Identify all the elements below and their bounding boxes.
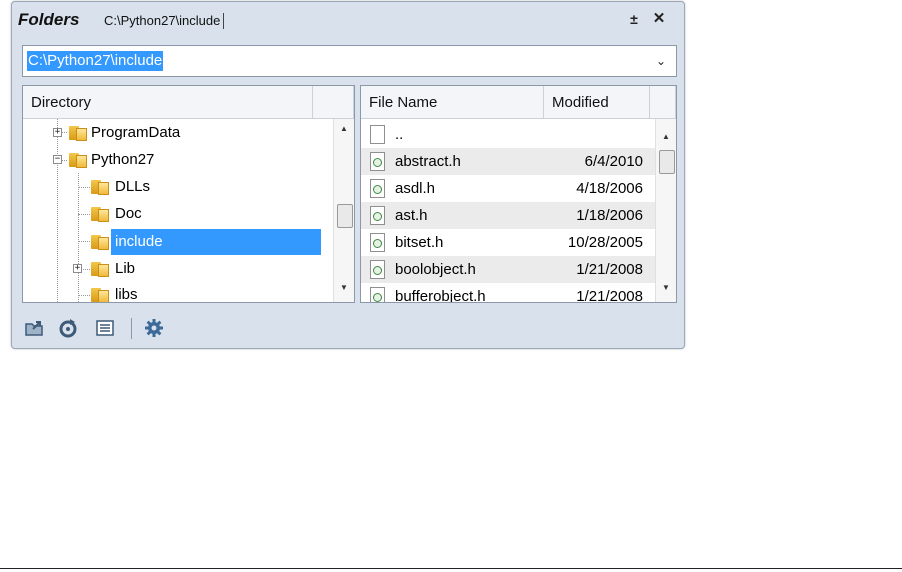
tree-item-lib[interactable]: + Lib (23, 256, 313, 282)
file-icon (370, 125, 385, 144)
file-row[interactable]: boolobject.h 1/21/2008 (361, 256, 655, 283)
folder-icon (91, 179, 109, 195)
tree-item-doc[interactable]: Doc (23, 201, 313, 227)
settings-gear-icon[interactable] (143, 317, 165, 339)
folder-icon (91, 261, 109, 277)
open-folder-icon[interactable] (24, 317, 46, 339)
expand-icon[interactable]: + (73, 264, 82, 273)
scroll-thumb[interactable] (659, 150, 675, 174)
scroll-up-icon[interactable]: ▲ (656, 129, 676, 145)
file-modified: 1/18/2006 (576, 207, 643, 224)
title-path: C:\Python27\include (104, 13, 225, 29)
panel-title: Folders (18, 10, 80, 29)
header-file-icon (370, 233, 385, 252)
expand-icon[interactable]: + (53, 128, 62, 137)
details-view-icon[interactable] (94, 317, 116, 339)
panel-titlebar: Folders C:\Python27\include ± ✕ (12, 2, 684, 40)
chevron-down-icon[interactable]: ⌄ (656, 52, 668, 68)
file-row[interactable]: bitset.h 10/28/2005 (361, 229, 655, 256)
file-list-scrollbar[interactable]: ▲ ▼ (655, 119, 676, 302)
folders-panel: Folders C:\Python27\include ± ✕ C:\Pytho… (11, 1, 685, 349)
file-modified: 1/21/2008 (576, 288, 643, 303)
tree-item-label: DLLs (115, 178, 151, 195)
header-file-icon (370, 179, 385, 198)
file-name: asdl.h (395, 180, 436, 197)
scroll-down-icon[interactable]: ▼ (656, 280, 676, 296)
file-name: bitset.h (395, 234, 444, 251)
tree-item-include[interactable]: include (23, 229, 326, 255)
folder-icon (91, 287, 109, 302)
column-header-directory[interactable]: Directory (23, 86, 313, 119)
pin-icon[interactable]: ± (628, 11, 640, 27)
tree-item-dlls[interactable]: DLLs (23, 174, 313, 200)
column-header-blank (313, 86, 354, 119)
file-name: bufferobject.h (395, 288, 486, 303)
file-name: ast.h (395, 207, 428, 224)
tree-item-label: ProgramData (91, 124, 181, 141)
folder-icon (91, 206, 109, 222)
file-row[interactable]: ast.h 1/18/2006 (361, 202, 655, 229)
scroll-up-icon[interactable]: ▲ (334, 121, 354, 137)
tree-item-programdata[interactable]: + ProgramData (23, 120, 313, 146)
tree-item-label: libs (115, 286, 138, 303)
scroll-down-icon[interactable]: ▼ (334, 280, 354, 296)
page-divider (0, 568, 902, 569)
tree-item-label: Python27 (91, 151, 155, 168)
file-row[interactable]: asdl.h 4/18/2006 (361, 175, 655, 202)
folder-icon (69, 125, 87, 141)
tree-item-label: Doc (115, 205, 142, 222)
file-list-pane: File Name Modified .. abstract.h 6/4/201… (360, 85, 677, 303)
path-combobox[interactable]: C:\Python27\include ⌄ (22, 45, 677, 77)
directory-pane: Directory + ProgramData − Python27 DLLs (22, 85, 355, 303)
path-input-value[interactable]: C:\Python27\include (27, 51, 164, 71)
tree-item-python27[interactable]: − Python27 (23, 147, 313, 173)
close-icon[interactable]: ✕ (652, 11, 666, 27)
file-row[interactable]: abstract.h 6/4/2010 (361, 148, 655, 175)
tree-item-label: Lib (115, 260, 136, 277)
column-header-modified[interactable]: Modified (544, 86, 650, 119)
folder-icon (91, 234, 109, 250)
toolbar-separator (131, 318, 132, 339)
file-name: abstract.h (395, 153, 461, 170)
panel-toolbar (12, 310, 684, 348)
refresh-icon[interactable] (57, 317, 79, 339)
header-file-icon (370, 152, 385, 171)
file-row-parent[interactable]: .. (361, 121, 655, 148)
tree-item-label: include (111, 229, 321, 255)
file-name: boolobject.h (395, 261, 476, 278)
column-header-file-name[interactable]: File Name (361, 86, 544, 119)
header-file-icon (370, 206, 385, 225)
folder-icon (69, 152, 87, 168)
header-file-icon (370, 287, 385, 302)
scroll-thumb[interactable] (337, 204, 353, 228)
column-header-blank (650, 86, 676, 119)
file-modified: 4/18/2006 (576, 180, 643, 197)
header-file-icon (370, 260, 385, 279)
directory-scrollbar[interactable]: ▲ ▼ (333, 119, 354, 302)
file-modified: 10/28/2005 (567, 234, 643, 251)
file-row[interactable]: bufferobject.h 1/21/2008 (361, 283, 655, 303)
collapse-icon[interactable]: − (53, 155, 62, 164)
file-modified: 6/4/2010 (584, 153, 643, 170)
file-modified: 1/21/2008 (576, 261, 643, 278)
file-name: .. (395, 126, 404, 143)
tree-item-libs[interactable]: libs (23, 282, 313, 303)
